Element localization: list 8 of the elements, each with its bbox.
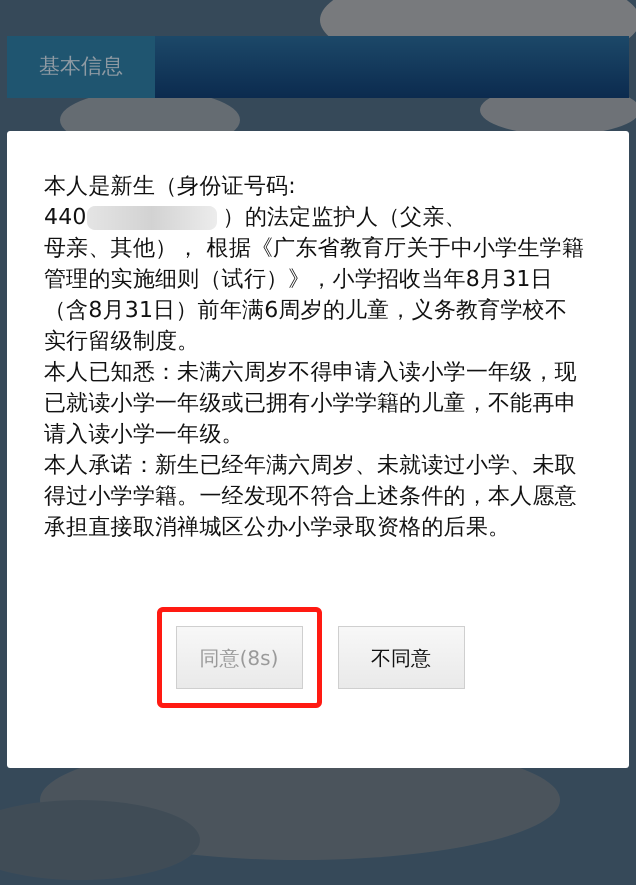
consent-text: ）的法定监护人（父亲、 xyxy=(222,204,467,232)
consent-text: 本人已知悉：未满六周岁不得申请入读小学一年级，现已就读小学一年级或已拥有小学学籍的儿童，不能再申请入读小学一年级。 xyxy=(44,359,578,449)
consent-text: 母亲、其他）， 根据《广东省教育厅关于中小学生学籍管理的实施细则（试行）》，小学招收当年8月31日（含8月31日）前年满6周岁的儿童，义务教育学校不实行留级制度。 xyxy=(44,235,585,356)
consent-text: 本人是新生（身份证号码: xyxy=(44,173,297,201)
tab[interactable]: 基本信息 xyxy=(7,36,155,98)
id-number: 440 xyxy=(44,204,87,232)
consent-text: 本人承诺：新生已经年满六周岁、未就读过小学、未取得过小学学籍。一经发现不符合上述条件的，本人愿意承担直接取消禅城区公办小学录取资格的后果。 xyxy=(44,452,578,542)
dialog-button[interactable]: 不同意 xyxy=(338,626,464,689)
